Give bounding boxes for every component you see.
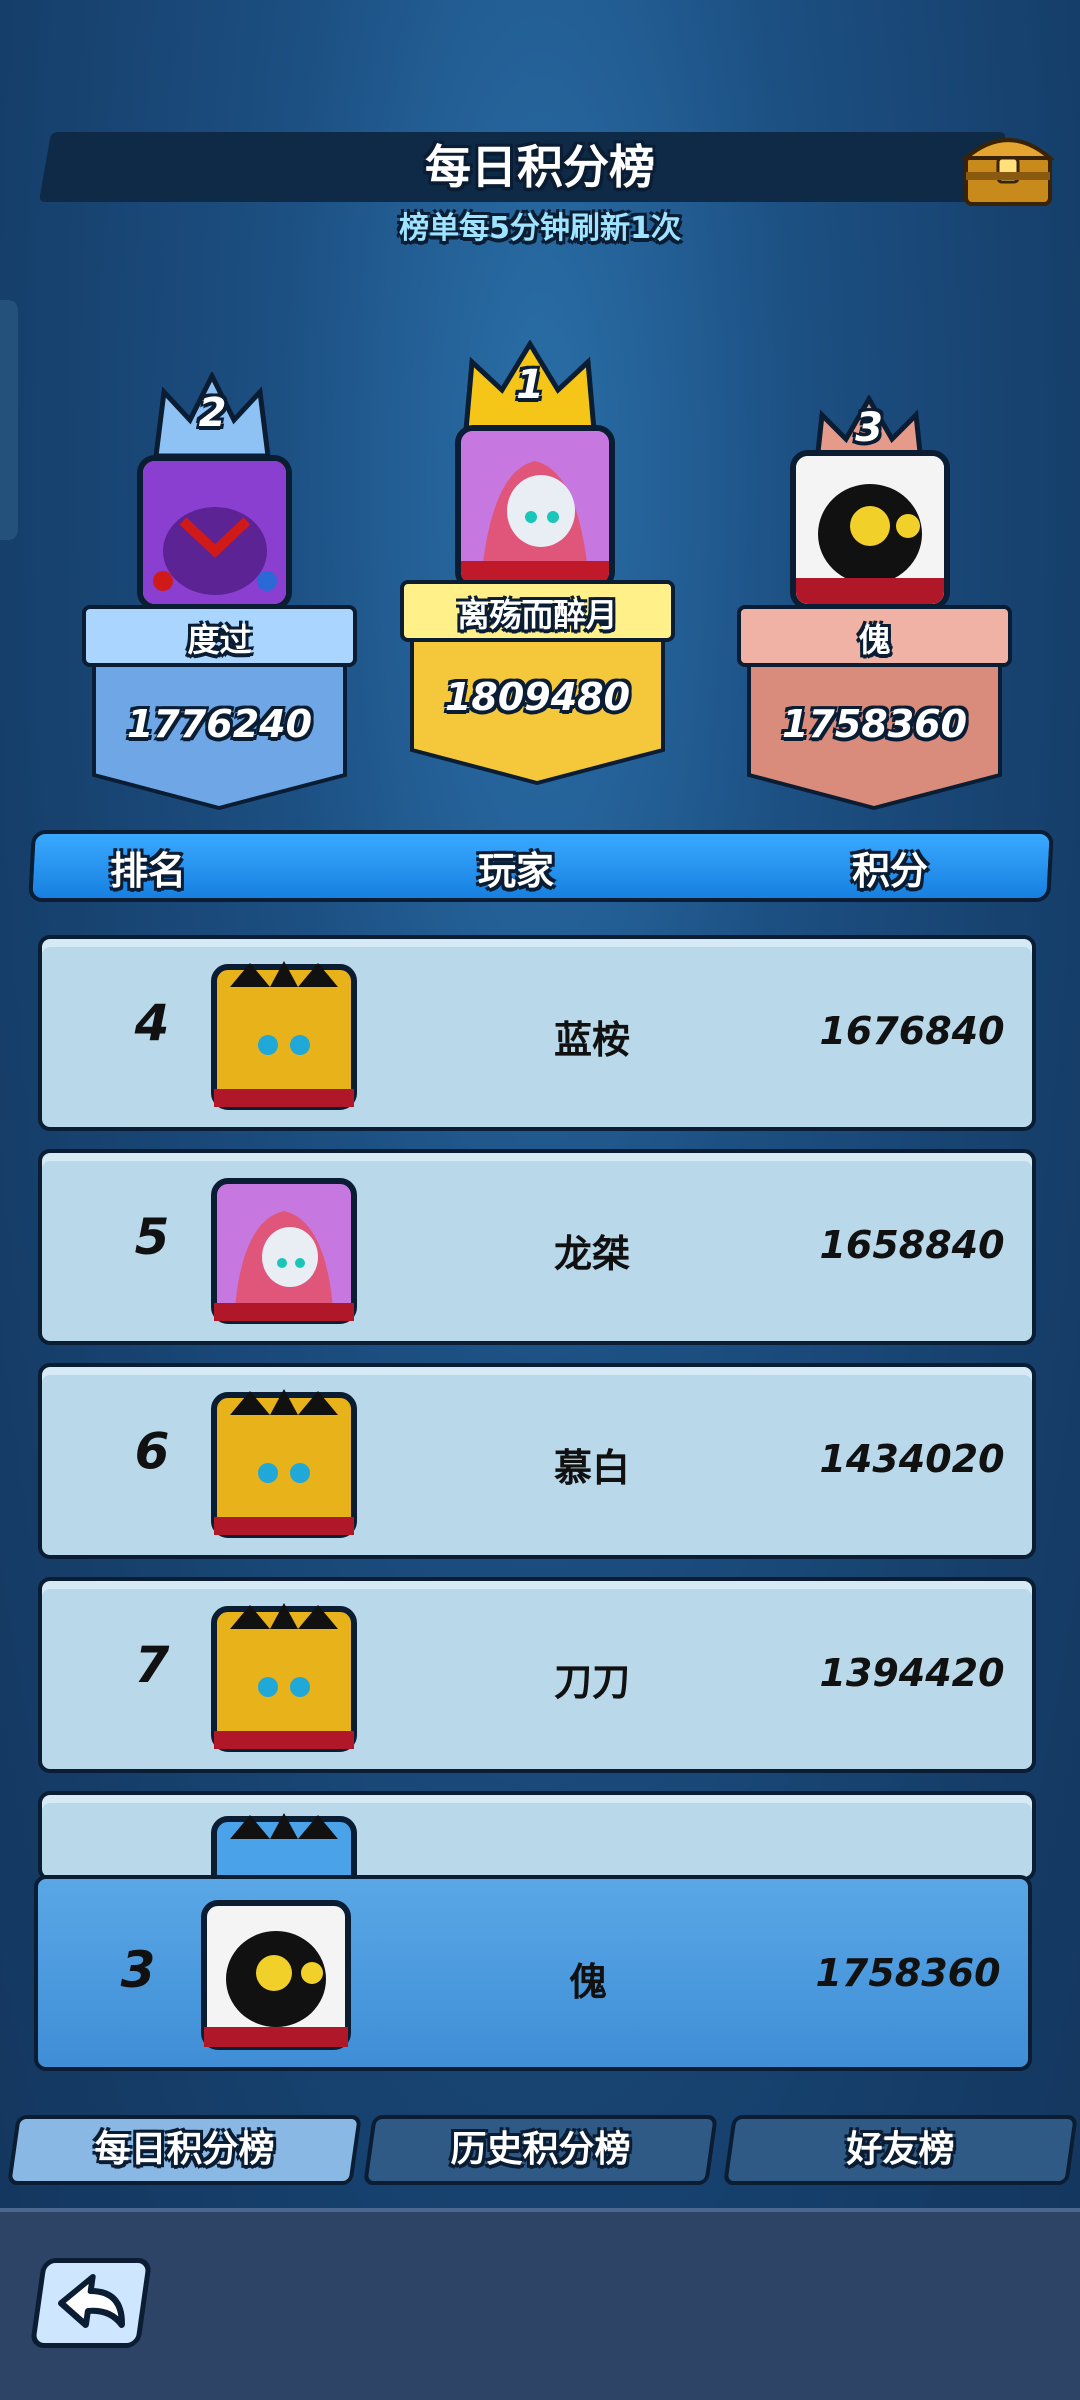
- treasure-chest-icon[interactable]: [960, 128, 1056, 208]
- table-row[interactable]: 5 龙桀 1658840: [38, 1149, 1036, 1345]
- row-rank: 6: [134, 1422, 170, 1480]
- rank-2-crown: 2: [150, 370, 275, 462]
- rank-1-name: 离殇而醉月: [457, 596, 618, 634]
- table-row-partial[interactable]: [38, 1791, 1036, 1881]
- tab-history-label: 历史积分榜: [450, 2129, 631, 2170]
- rank-1-crown: 1: [460, 339, 600, 435]
- rank-3-avatar[interactable]: [790, 450, 950, 610]
- row-player-name: 龙桀: [553, 1232, 630, 1276]
- row-score: 1658840: [819, 1223, 1005, 1267]
- my-avatar[interactable]: [200, 1893, 352, 2057]
- rank-3-name: 傀: [858, 621, 891, 659]
- footer-bar: [0, 2208, 1080, 2400]
- rank-1-avatar[interactable]: [455, 425, 615, 590]
- column-rank-header: 排名: [110, 849, 187, 893]
- rank-2-score: 1776240: [126, 702, 313, 746]
- my-player-name: 傀: [568, 1960, 607, 2004]
- table-row[interactable]: 4 蓝桉 1676840: [38, 935, 1036, 1131]
- side-drawer-handle[interactable]: [0, 300, 18, 540]
- row-rank: 5: [134, 1208, 170, 1266]
- player-avatar[interactable]: [210, 1809, 358, 1877]
- back-arrow-icon: [57, 2274, 125, 2328]
- rank-2-name: 度过: [187, 621, 252, 659]
- row-score: 1394420: [819, 1651, 1005, 1695]
- row-score: 1434020: [819, 1437, 1005, 1481]
- page-title: 每日积分榜: [425, 140, 655, 194]
- row-rank: 7: [134, 1636, 170, 1694]
- tab-daily-label: 每日积分榜: [94, 2129, 275, 2170]
- refresh-note: 榜单每5分钟刷新1次: [399, 211, 681, 246]
- my-score: 1758360: [815, 1951, 1001, 1995]
- column-player-header: 玩家: [478, 849, 555, 893]
- rank-1-score: 1809480: [444, 675, 631, 719]
- back-button[interactable]: [29, 2258, 153, 2348]
- rank-3-score: 1758360: [781, 702, 968, 746]
- row-player-name: 刀刀: [553, 1660, 630, 1704]
- row-player-name: 慕白: [553, 1446, 630, 1490]
- table-row[interactable]: 6 慕白 1434020: [38, 1363, 1036, 1559]
- row-player-name: 蓝桉: [553, 1018, 630, 1062]
- rank-3-plaque: 傀 1758360: [737, 605, 1012, 810]
- table-row[interactable]: 7 刀刀 1394420: [38, 1577, 1036, 1773]
- rank-2-avatar[interactable]: [137, 455, 292, 610]
- tab-friends-label: 好友榜: [846, 2129, 955, 2170]
- my-rank: 3: [120, 1941, 156, 1999]
- my-rank-row[interactable]: 3 傀 1758360: [34, 1875, 1032, 2071]
- row-rank: 4: [134, 994, 170, 1052]
- rank-2-plaque: 度过 1776240: [82, 605, 357, 810]
- player-avatar[interactable]: [210, 1171, 358, 1331]
- rank-1-plaque: 离殇而醉月 1809480: [400, 580, 675, 785]
- player-avatar[interactable]: [210, 1385, 358, 1545]
- player-avatar[interactable]: [210, 1599, 358, 1759]
- column-score-header: 积分: [852, 849, 929, 893]
- row-score: 1676840: [819, 1009, 1005, 1053]
- player-avatar[interactable]: [210, 957, 358, 1117]
